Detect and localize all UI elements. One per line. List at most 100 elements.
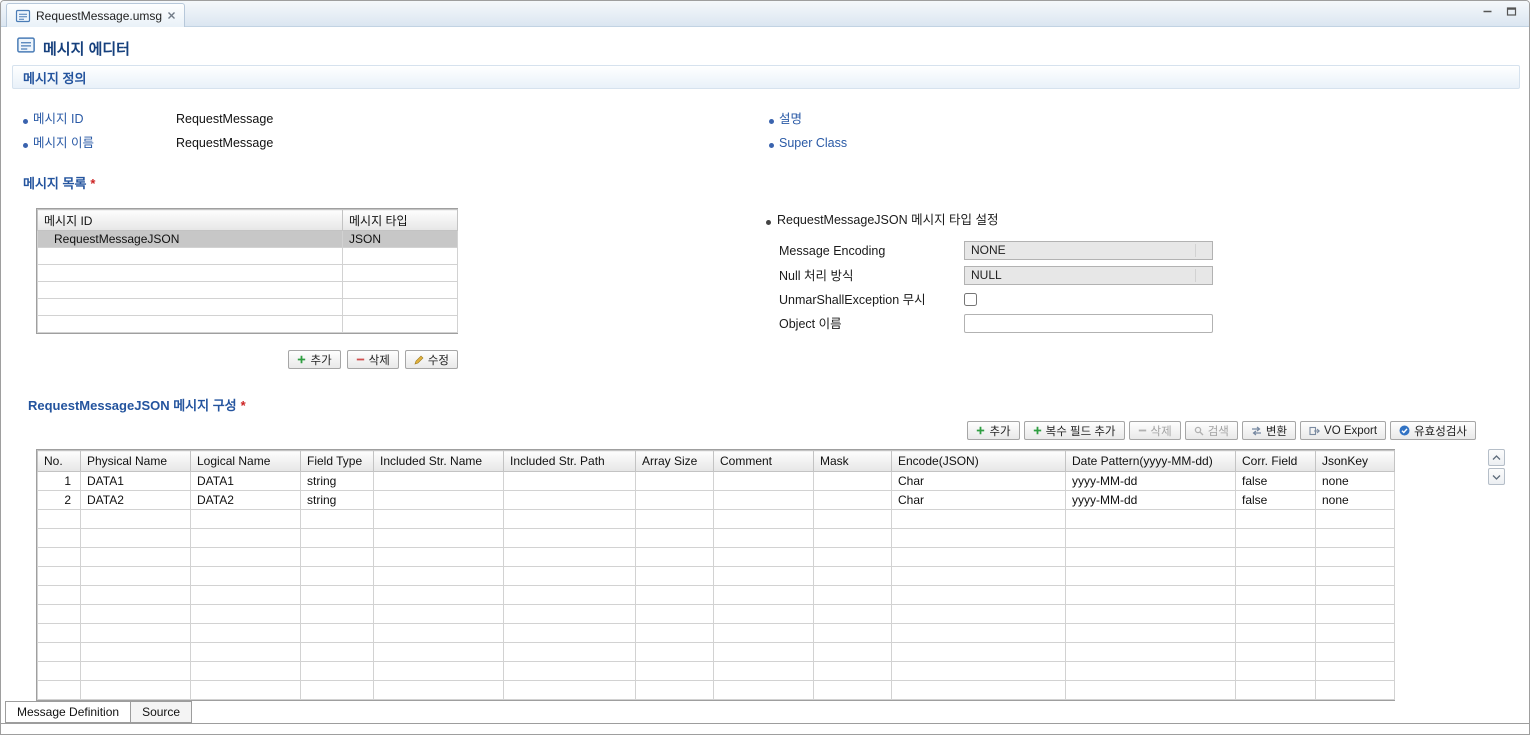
message-list-empty-row	[38, 299, 458, 316]
composition-cell[interactable]	[374, 472, 504, 491]
composition-cell[interactable]: string	[301, 491, 374, 510]
composition-cell[interactable]	[814, 491, 892, 510]
composition-cell[interactable]: none	[1316, 491, 1395, 510]
empty-cell	[504, 567, 636, 586]
empty-cell	[814, 605, 892, 624]
composition-cell[interactable]: false	[1236, 491, 1316, 510]
composition-cell[interactable]: DATA2	[81, 491, 191, 510]
composition-cell[interactable]	[814, 472, 892, 491]
empty-cell	[38, 586, 81, 605]
plus-icon	[297, 355, 306, 364]
delete-message-button[interactable]: 삭제	[347, 350, 399, 369]
composition-column-header[interactable]: Comment	[714, 451, 814, 472]
tab-message-definition[interactable]: Message Definition	[5, 701, 131, 723]
composition-cell[interactable]: Char	[892, 472, 1066, 491]
composition-column-header[interactable]: Date Pattern(yyyy-MM-dd)	[1066, 451, 1236, 472]
null-handling-combo[interactable]: NULL	[964, 266, 1213, 285]
empty-cell	[504, 681, 636, 700]
composition-column-header[interactable]: Array Size	[636, 451, 714, 472]
validate-button[interactable]: 유효성검사	[1390, 421, 1476, 440]
composition-cell[interactable]: none	[1316, 472, 1395, 491]
composition-column-header[interactable]: Field Type	[301, 451, 374, 472]
maximize-icon[interactable]	[1506, 6, 1517, 17]
empty-cell	[636, 681, 714, 700]
composition-cell[interactable]	[374, 491, 504, 510]
composition-cell[interactable]: 1	[38, 472, 81, 491]
message-id-value[interactable]: RequestMessage	[176, 112, 273, 127]
scroll-up-button[interactable]	[1488, 449, 1505, 466]
unmarshal-exception-checkbox[interactable]	[964, 293, 977, 306]
delete-field-button[interactable]: 삭제	[1129, 421, 1181, 440]
empty-cell	[191, 586, 301, 605]
page-title: 메시지 에디터	[43, 38, 130, 59]
composition-cell[interactable]: Char	[892, 491, 1066, 510]
search-field-button[interactable]: 검색	[1185, 421, 1238, 440]
empty-cell	[38, 248, 343, 265]
add-multi-field-button[interactable]: 복수 필드 추가	[1024, 421, 1125, 440]
scroll-down-button[interactable]	[1488, 468, 1505, 485]
composition-cell[interactable]: DATA2	[191, 491, 301, 510]
composition-cell[interactable]: yyyy-MM-dd	[1066, 472, 1236, 491]
composition-cell[interactable]: string	[301, 472, 374, 491]
button-label: 복수 필드 추가	[1046, 423, 1116, 439]
message-list-row[interactable]: RequestMessageJSONJSON	[38, 231, 458, 248]
composition-cell[interactable]	[714, 491, 814, 510]
composition-column-header[interactable]: Included Str. Name	[374, 451, 504, 472]
empty-cell	[714, 567, 814, 586]
empty-cell	[374, 510, 504, 529]
vo-export-button[interactable]: VO Export	[1300, 421, 1386, 440]
composition-cell[interactable]: DATA1	[191, 472, 301, 491]
composition-column-header[interactable]: Encode(JSON)	[892, 451, 1066, 472]
empty-cell	[504, 510, 636, 529]
close-icon[interactable]	[167, 11, 176, 20]
composition-cell[interactable]: 2	[38, 491, 81, 510]
composition-row[interactable]: 1DATA1DATA1stringCharyyyy-MM-ddfalsenone	[38, 472, 1395, 491]
empty-cell	[1236, 548, 1316, 567]
empty-cell	[1066, 510, 1236, 529]
button-label: 변환	[1266, 423, 1287, 439]
required-mark: *	[241, 398, 246, 413]
empty-cell	[814, 567, 892, 586]
tab-source[interactable]: Source	[130, 701, 192, 723]
message-list-cell[interactable]: JSON	[343, 231, 458, 248]
minimize-icon[interactable]	[1482, 6, 1493, 17]
transform-button[interactable]: 변환	[1242, 421, 1296, 440]
add-field-button[interactable]: 추가	[967, 421, 1019, 440]
composition-cell[interactable]: false	[1236, 472, 1316, 491]
edit-message-button[interactable]: 수정	[405, 350, 458, 369]
message-list-column-header[interactable]: 메시지 타입	[343, 210, 458, 231]
composition-cell[interactable]: DATA1	[81, 472, 191, 491]
composition-column-header[interactable]: No.	[38, 451, 81, 472]
composition-column-header[interactable]: Physical Name	[81, 451, 191, 472]
composition-row[interactable]: 2DATA2DATA2stringCharyyyy-MM-ddfalsenone	[38, 491, 1395, 510]
type-settings-title: RequestMessageJSON 메시지 타입 설정	[777, 213, 999, 228]
add-message-button[interactable]: 추가	[288, 350, 340, 369]
empty-cell	[714, 624, 814, 643]
message-list-cell[interactable]: RequestMessageJSON	[38, 231, 343, 248]
composition-column-header[interactable]: Mask	[814, 451, 892, 472]
composition-cell[interactable]	[636, 472, 714, 491]
composition-column-header[interactable]: Corr. Field	[1236, 451, 1316, 472]
composition-column-header[interactable]: Logical Name	[191, 451, 301, 472]
composition-cell[interactable]: yyyy-MM-dd	[1066, 491, 1236, 510]
object-name-input[interactable]	[964, 314, 1213, 333]
editor-tab[interactable]: RequestMessage.umsg	[6, 3, 185, 27]
message-name-value[interactable]: RequestMessage	[176, 136, 273, 151]
composition-column-header[interactable]: JsonKey	[1316, 451, 1395, 472]
composition-cell[interactable]	[714, 472, 814, 491]
button-label: VO Export	[1324, 425, 1377, 437]
message-list-column-header[interactable]: 메시지 ID	[38, 210, 343, 231]
bullet-dot	[23, 119, 28, 124]
composition-cell[interactable]	[504, 472, 636, 491]
empty-cell	[1236, 605, 1316, 624]
unmarshal-exception-label: UnmarShallException 무시	[779, 293, 926, 308]
composition-cell[interactable]	[504, 491, 636, 510]
empty-cell	[892, 529, 1066, 548]
empty-cell	[1316, 567, 1395, 586]
composition-cell[interactable]	[636, 491, 714, 510]
empty-cell	[343, 248, 458, 265]
message-encoding-combo[interactable]: NONE	[964, 241, 1213, 260]
empty-cell	[38, 567, 81, 586]
empty-cell	[714, 681, 814, 700]
composition-column-header[interactable]: Included Str. Path	[504, 451, 636, 472]
